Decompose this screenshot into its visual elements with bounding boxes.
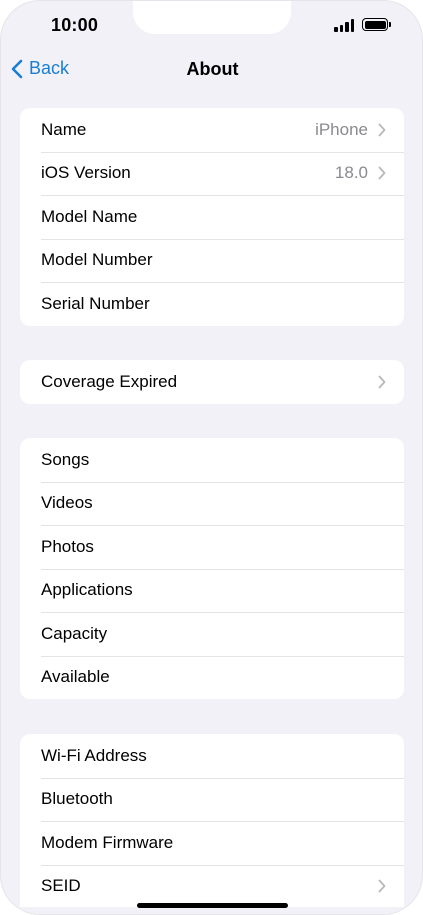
row-model-name: Model Name (20, 195, 404, 239)
row-bluetooth: Bluetooth (20, 777, 404, 822)
row-label: Available (41, 667, 110, 687)
cellular-signal-icon (334, 19, 356, 32)
row-modem-firmware: Modem Firmware (20, 821, 404, 865)
status-time: 10:00 (51, 15, 99, 35)
row-label: SEID (41, 876, 81, 896)
row-available: Available (20, 655, 404, 700)
row-label: Applications (41, 580, 133, 600)
chevron-right-icon (378, 166, 386, 180)
chevron-right-icon (378, 879, 386, 893)
navigation-bar: Back About (1, 51, 422, 87)
row-wifi-address: Wi-Fi Address (20, 734, 404, 778)
row-value: 18.0 (334, 163, 368, 183)
coverage-group: Coverage Expired (20, 360, 404, 404)
row-songs: Songs (20, 438, 404, 482)
chevron-right-icon (378, 375, 386, 389)
row-label: iOS Version (41, 163, 131, 183)
row-photos: Photos (20, 525, 404, 569)
row-name[interactable]: Name iPhone (20, 108, 404, 152)
row-videos: Videos (20, 481, 404, 526)
row-value: iPhone (315, 119, 368, 139)
row-label: Modem Firmware (41, 832, 174, 852)
page-title: About (186, 59, 239, 79)
row-label: Serial Number (41, 293, 150, 313)
row-label: Bluetooth (41, 789, 113, 809)
row-label: Model Name (41, 206, 138, 226)
media-info-group: Songs Videos Photos Applications Capacit… (20, 438, 404, 699)
row-serial-number: Serial Number (20, 282, 404, 326)
bottom-edge (1, 907, 422, 914)
row-coverage[interactable]: Coverage Expired (20, 360, 404, 404)
row-label: Wi-Fi Address (41, 745, 147, 765)
row-label: Capacity (41, 623, 108, 643)
row-label: Photos (41, 536, 94, 556)
battery-icon (362, 18, 391, 31)
device-info-group: Name iPhone iOS Version 18.0 Model Name … (20, 108, 404, 326)
network-info-group: Wi-Fi Address Bluetooth Modem Firmware S… (20, 734, 404, 914)
phone-screen: 10:00 Back About Name iPhone iOS Version… (0, 0, 423, 915)
status-bar: 10:00 (1, 1, 422, 51)
row-label: Videos (41, 493, 93, 513)
row-label: Coverage Expired (41, 371, 178, 391)
row-label: Model Number (41, 250, 153, 270)
row-label: Name (41, 119, 87, 139)
chevron-right-icon (378, 123, 386, 137)
row-capacity: Capacity (20, 612, 404, 656)
row-model-number[interactable]: Model Number (20, 238, 404, 283)
row-label: Songs (41, 449, 90, 469)
row-seid[interactable]: SEID (20, 864, 404, 909)
home-indicator[interactable] (137, 903, 288, 908)
row-applications: Applications (20, 568, 404, 613)
row-ios-version[interactable]: iOS Version 18.0 (20, 151, 404, 196)
